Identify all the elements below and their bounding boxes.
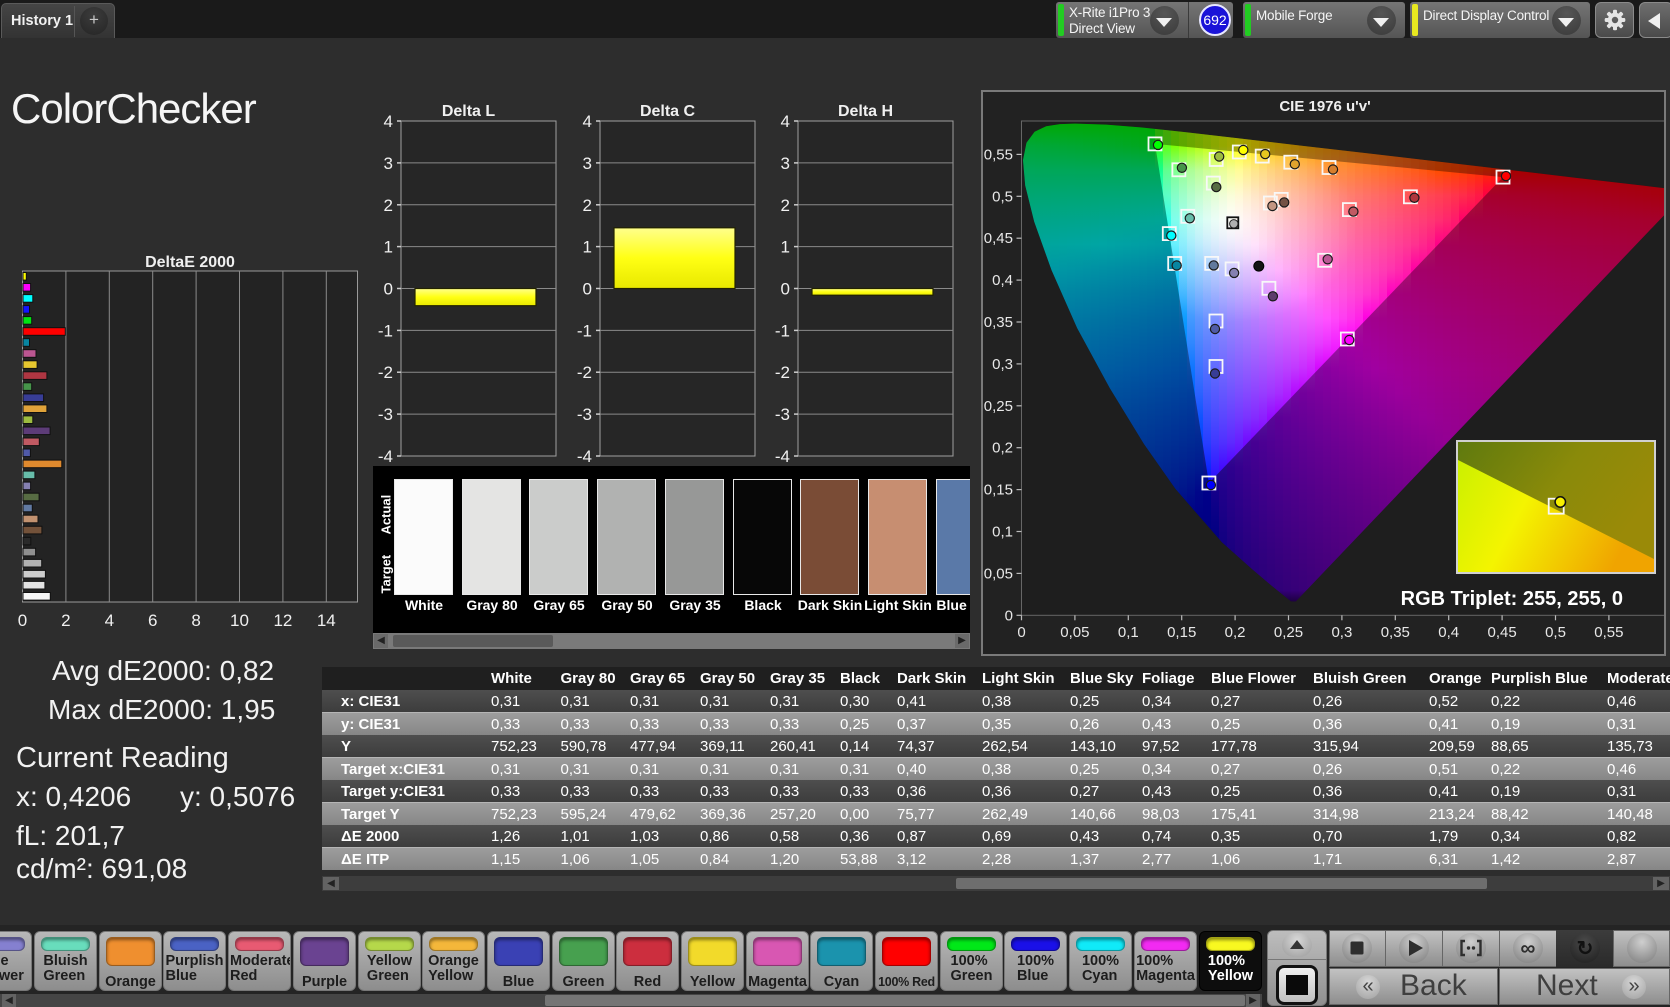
svg-text:Delta C: Delta C <box>640 103 696 120</box>
svg-text:DeltaE 2000: DeltaE 2000 <box>145 254 235 271</box>
svg-text:0,35: 0,35 <box>984 314 1013 331</box>
svg-text:4: 4 <box>781 112 790 131</box>
svg-text:0: 0 <box>384 280 393 299</box>
svg-text:0,5: 0,5 <box>992 188 1013 205</box>
svg-text:2: 2 <box>61 611 70 630</box>
svg-text:RGB Triplet: 255, 255, 0: RGB Triplet: 255, 255, 0 <box>1401 588 1623 610</box>
svg-text:-2: -2 <box>577 363 592 382</box>
svg-text:∞: ∞ <box>1521 937 1536 960</box>
svg-text:↻: ↻ <box>1577 938 1594 960</box>
svg-text:0,05: 0,05 <box>984 565 1013 582</box>
svg-text:0,4: 0,4 <box>992 272 1013 289</box>
svg-text:0,25: 0,25 <box>984 398 1013 415</box>
svg-text:-1: -1 <box>577 321 592 340</box>
svg-text:0,05: 0,05 <box>1060 624 1089 641</box>
svg-text:1: 1 <box>583 238 592 257</box>
svg-text:8: 8 <box>191 611 200 630</box>
svg-text:0,25: 0,25 <box>1274 624 1303 641</box>
svg-text:4: 4 <box>384 112 393 131</box>
svg-text:0,15: 0,15 <box>984 482 1013 499</box>
svg-text:0,1: 0,1 <box>1118 624 1139 641</box>
svg-text:0,55: 0,55 <box>984 146 1013 163</box>
svg-text:0: 0 <box>781 280 790 299</box>
svg-text:4: 4 <box>583 112 592 131</box>
svg-text:CIE 1976 u'v': CIE 1976 u'v' <box>1279 98 1370 115</box>
svg-text:3: 3 <box>781 154 790 173</box>
svg-text:2: 2 <box>781 196 790 215</box>
svg-text:0: 0 <box>1005 607 1013 624</box>
svg-text:0,1: 0,1 <box>992 524 1013 541</box>
svg-text:2: 2 <box>583 196 592 215</box>
svg-text:0,35: 0,35 <box>1381 624 1410 641</box>
svg-text:0,2: 0,2 <box>1225 624 1246 641</box>
svg-text:0,2: 0,2 <box>992 440 1013 457</box>
svg-text:0: 0 <box>18 611 27 630</box>
svg-text:-1: -1 <box>775 321 790 340</box>
svg-text:-3: -3 <box>577 405 592 424</box>
svg-text:Delta H: Delta H <box>838 103 893 120</box>
svg-text:0,3: 0,3 <box>992 356 1013 373</box>
svg-text:0,45: 0,45 <box>1487 624 1516 641</box>
svg-text:0,45: 0,45 <box>984 230 1013 247</box>
svg-text:-2: -2 <box>378 363 393 382</box>
svg-text:-4: -4 <box>775 447 790 466</box>
svg-text:3: 3 <box>384 154 393 173</box>
svg-text:0,5: 0,5 <box>1545 624 1566 641</box>
svg-text:12: 12 <box>273 611 292 630</box>
svg-text:14: 14 <box>317 611 336 630</box>
svg-text:2: 2 <box>384 196 393 215</box>
svg-text:6: 6 <box>148 611 157 630</box>
svg-text:10: 10 <box>230 611 249 630</box>
svg-text:-3: -3 <box>775 405 790 424</box>
svg-text:0,4: 0,4 <box>1438 624 1459 641</box>
svg-text:4: 4 <box>105 611 114 630</box>
svg-text:-3: -3 <box>378 405 393 424</box>
svg-text:-1: -1 <box>378 321 393 340</box>
svg-text:-2: -2 <box>775 363 790 382</box>
svg-text:0,55: 0,55 <box>1594 624 1623 641</box>
svg-text:0,15: 0,15 <box>1167 624 1196 641</box>
svg-text:-4: -4 <box>378 447 393 466</box>
svg-text:0: 0 <box>583 280 592 299</box>
svg-text:Delta L: Delta L <box>442 103 496 120</box>
svg-text:1: 1 <box>781 238 790 257</box>
svg-text:-4: -4 <box>577 447 592 466</box>
svg-text:3: 3 <box>583 154 592 173</box>
svg-text:0: 0 <box>1017 624 1025 641</box>
svg-text:1: 1 <box>384 238 393 257</box>
svg-text:0,3: 0,3 <box>1331 624 1352 641</box>
